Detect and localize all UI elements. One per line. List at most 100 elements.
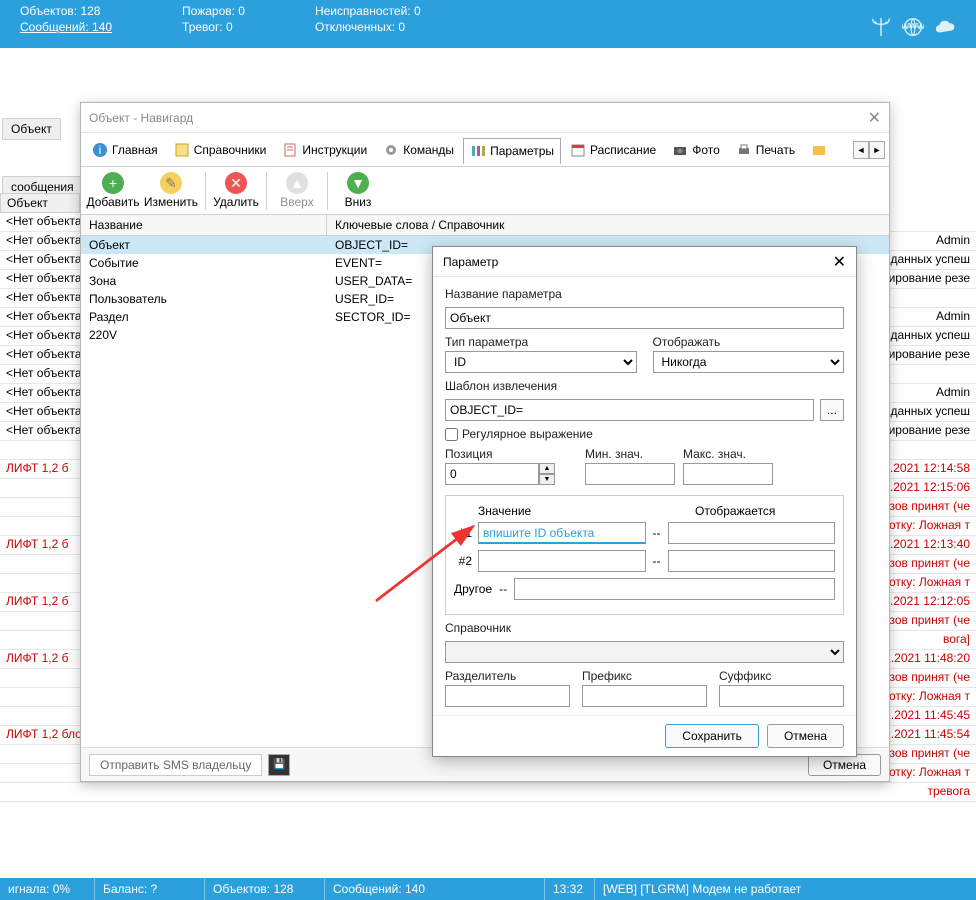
bg-row: ЛИФТ 1,2 б <box>6 461 69 477</box>
template-browse-button[interactable]: ... <box>820 399 844 421</box>
bg-row: <Нет объекта> <box>6 233 89 249</box>
param-show-label: Отображать <box>653 335 845 349</box>
floppy-icon-button[interactable]: 💾 <box>268 754 290 776</box>
save-button[interactable]: Сохранить <box>665 724 759 748</box>
window-title: Объект - Навигард <box>89 111 193 125</box>
bg-info: ы данных успеш <box>878 404 970 420</box>
stat-faults: Неисправностей: 0 <box>315 4 421 18</box>
bg-row: ЛИФТ 1,2 б <box>6 651 69 667</box>
add-button[interactable]: +Добавить <box>85 169 141 213</box>
tabs-scroll-left[interactable]: ◄ <box>853 141 869 159</box>
col-kw[interactable]: Ключевые слова / Справочник <box>327 215 889 235</box>
bg-admin: Admin <box>936 233 970 249</box>
bg-info: ы данных успеш <box>878 252 970 268</box>
regex-checkbox[interactable] <box>445 428 458 441</box>
status-messages: Сообщений: 140 <box>325 878 545 900</box>
bg-tab-object[interactable]: Объект <box>2 118 61 140</box>
stat-alarms: Тревог: 0 <box>182 20 245 34</box>
tab-label: Инструкции <box>302 143 367 157</box>
tab-photo[interactable]: Фото <box>665 137 727 163</box>
row-num-2: #2 <box>454 554 472 568</box>
status-modem: [WEB] [TLGRM] Модем не работает <box>595 878 976 900</box>
cell-name: Объект <box>81 238 327 252</box>
window-titlebar[interactable]: Объект - Навигард ✕ <box>81 103 889 133</box>
position-input[interactable] <box>445 463 539 485</box>
suffix-input[interactable] <box>719 685 844 707</box>
cell-name: 220V <box>81 328 327 342</box>
dialog-titlebar[interactable]: Параметр ✕ <box>433 247 856 277</box>
display-other-input[interactable] <box>514 578 835 600</box>
btn-label: Вверх <box>280 195 313 209</box>
value-1-input[interactable] <box>478 522 646 544</box>
plus-icon: + <box>102 172 124 194</box>
folder-icon <box>811 142 827 158</box>
btn-label: Изменить <box>144 195 198 209</box>
tab-main[interactable]: iГлавная <box>85 137 165 163</box>
down-button[interactable]: ▼Вниз <box>334 169 382 213</box>
status-objects: Объектов: 128 <box>205 878 325 900</box>
tab-more[interactable] <box>804 137 834 163</box>
send-sms-button[interactable]: Отправить SMS владельцу <box>89 754 262 776</box>
other-label: Другое <box>454 582 492 596</box>
ref-select[interactable] <box>445 641 844 663</box>
tab-sched[interactable]: Расписание <box>563 137 663 163</box>
param-type-select[interactable]: ID <box>445 351 637 373</box>
close-icon[interactable]: ✕ <box>833 252 846 272</box>
min-input[interactable] <box>585 463 675 485</box>
bg-col-object: Объект <box>0 193 80 213</box>
gear-icon <box>383 142 399 158</box>
stat-messages-link[interactable]: Сообщений: 140 <box>20 20 112 34</box>
max-input[interactable] <box>683 463 773 485</box>
bg-row: <Нет объекта> <box>6 271 89 287</box>
cell-name: Событие <box>81 256 327 270</box>
display-2-input[interactable] <box>668 550 836 572</box>
cancel-button[interactable]: Отмена <box>767 724 844 748</box>
param-name-input[interactable] <box>445 307 844 329</box>
spin-down[interactable]: ▼ <box>539 474 555 485</box>
btn-label: Удалить <box>213 195 259 209</box>
cell-name: Пользователь <box>81 292 327 306</box>
col-name[interactable]: Название <box>81 215 327 235</box>
arrow-up-icon: ▲ <box>286 172 308 194</box>
cell-name: Зона <box>81 274 327 288</box>
status-time: 13:32 <box>545 878 595 900</box>
up-button[interactable]: ▲Вверх <box>273 169 321 213</box>
separator <box>205 172 206 210</box>
bg-row: <Нет объекта> <box>6 366 89 382</box>
bg-row: ЛИФТ 1,2 б <box>6 594 69 610</box>
display-1-input[interactable] <box>668 522 836 544</box>
template-input[interactable] <box>445 399 814 421</box>
bg-info: ботку: Ложная т <box>882 689 970 705</box>
tab-print[interactable]: Печать <box>729 137 802 163</box>
svg-text:www: www <box>902 20 924 32</box>
tab-refs[interactable]: Справочники <box>167 137 274 163</box>
param-type-label: Тип параметра <box>445 335 637 349</box>
ref-label: Справочник <box>445 621 844 635</box>
values-group: Значение Отображается #1 -- #2 -- Другое… <box>445 495 844 615</box>
tab-label: Параметры <box>490 144 554 158</box>
parameter-dialog: Параметр ✕ Название параметра Тип параме… <box>432 246 857 757</box>
separator-input[interactable] <box>445 685 570 707</box>
prefix-input[interactable] <box>582 685 707 707</box>
param-show-select[interactable]: Никогда <box>653 351 845 373</box>
edit-button[interactable]: ✎Изменить <box>143 169 199 213</box>
bg-info: мирование резе <box>880 271 970 287</box>
arrow-down-icon: ▼ <box>347 172 369 194</box>
tab-cmds[interactable]: Команды <box>376 137 461 163</box>
tab-instr[interactable]: Инструкции <box>275 137 374 163</box>
antenna-icon <box>870 16 892 38</box>
tabs-scroll-right[interactable]: ► <box>869 141 885 159</box>
status-bar: игнала: 0% Баланс: ? Объектов: 128 Сообщ… <box>0 878 976 900</box>
tab-params[interactable]: Параметры <box>463 138 561 164</box>
close-icon[interactable]: ✕ <box>868 108 881 128</box>
spin-up[interactable]: ▲ <box>539 463 555 474</box>
bg-row: <Нет объекта> <box>6 404 89 420</box>
bg-info: ы данных успеш <box>878 328 970 344</box>
value-2-input[interactable] <box>478 550 646 572</box>
tab-label: Команды <box>403 143 454 157</box>
template-label: Шаблон извлечения <box>445 379 844 393</box>
svg-text:i: i <box>99 143 102 157</box>
delete-button[interactable]: ✕Удалить <box>212 169 260 213</box>
value-header: Значение <box>478 504 689 518</box>
pencil-icon: ✎ <box>160 172 182 194</box>
